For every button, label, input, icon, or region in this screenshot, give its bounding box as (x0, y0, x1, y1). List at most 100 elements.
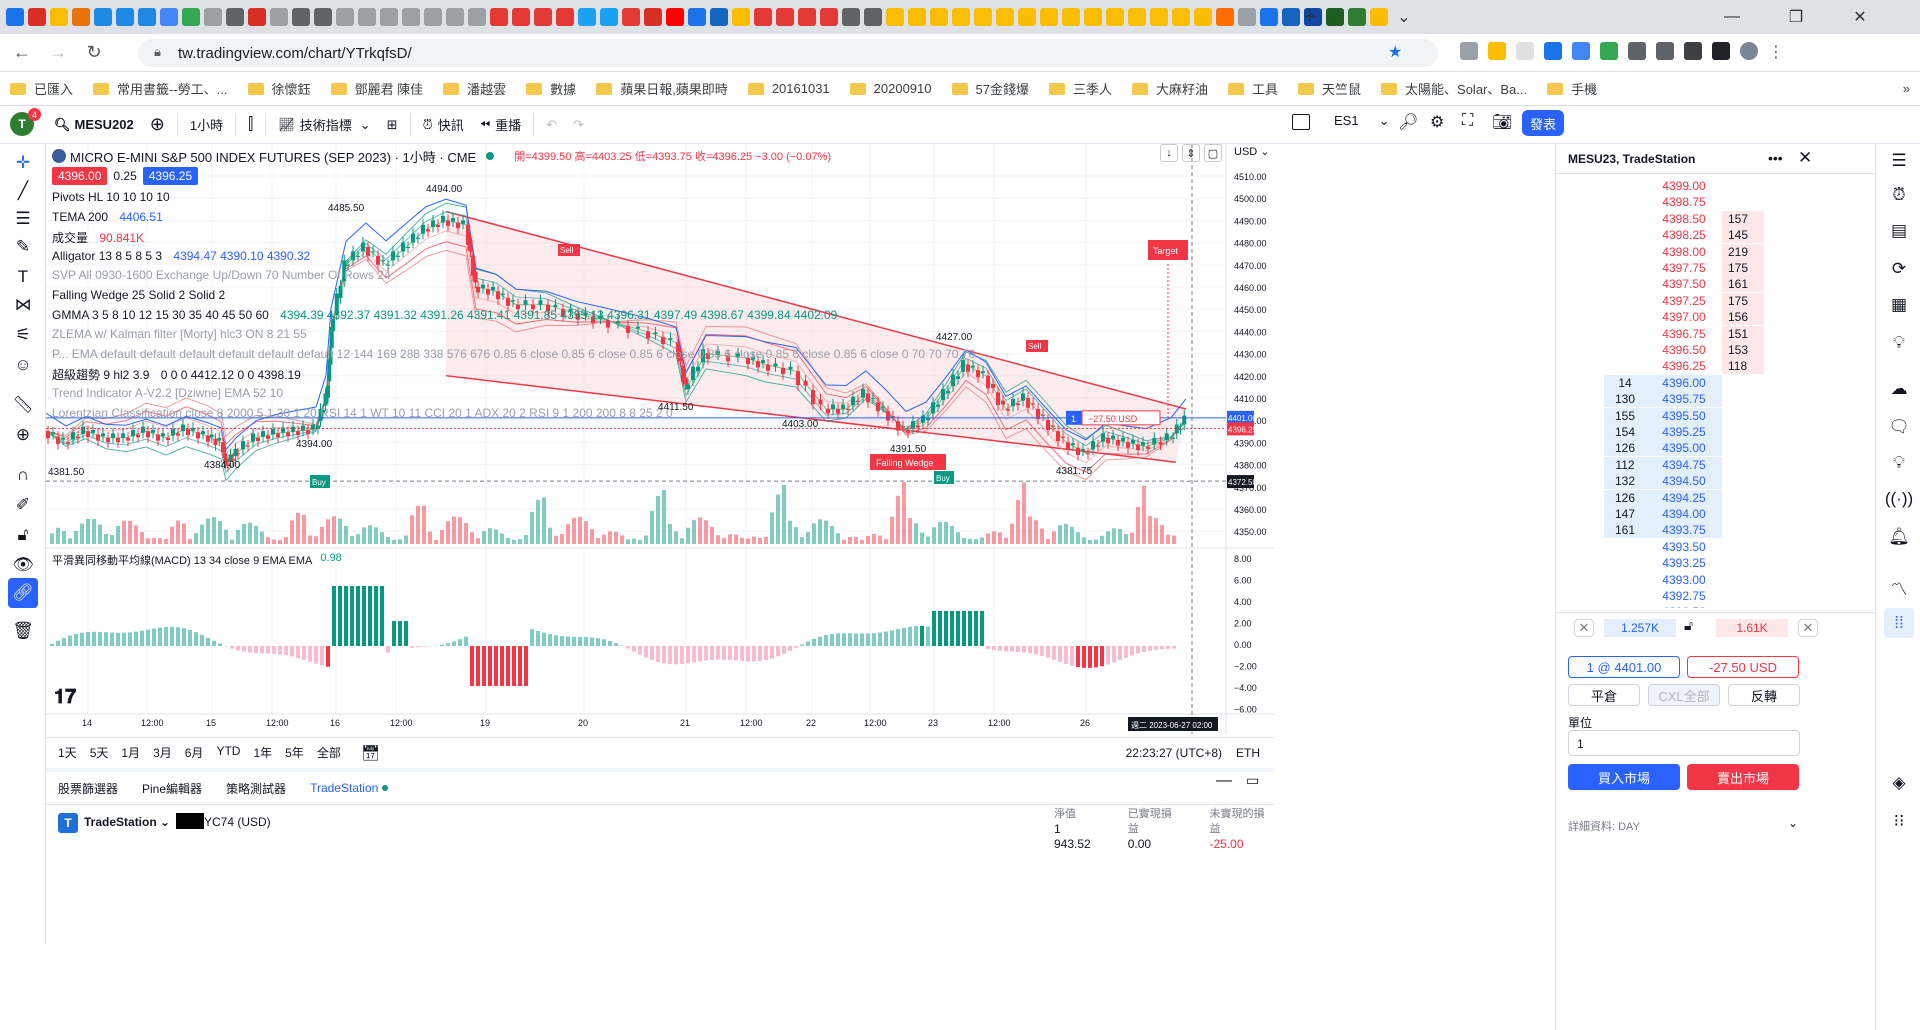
chart-title[interactable]: MICRO E-MINI S&P 500 INDEX FUTURES (SEP … (70, 147, 476, 166)
bookmark-folder[interactable]: 工具 (1218, 75, 1288, 103)
tab-favicon[interactable] (820, 8, 838, 26)
cancel-bids-button[interactable]: ✕ (1574, 619, 1594, 637)
undo-icon[interactable]: ↶ (538, 110, 565, 140)
pattern-icon[interactable]: ⋈ (8, 290, 38, 320)
tab-favicon[interactable] (1040, 8, 1058, 26)
dom-ask-size[interactable] (1722, 539, 1764, 555)
dom-bid-size[interactable] (1604, 293, 1646, 309)
dom-bid-size[interactable]: 161 (1604, 522, 1646, 539)
position-pnl-button[interactable]: -27.50 USD (1687, 656, 1799, 678)
dom-ask-size[interactable]: 157 (1722, 210, 1764, 227)
tab-favicon[interactable] (6, 8, 24, 26)
scroll-down-icon[interactable]: ↓ (1160, 144, 1178, 162)
legend-row[interactable]: Alligator 13 8 5 8 5 3 4394.47 4390.10 4… (52, 249, 310, 263)
watchlist-icon[interactable]: ☰ (1884, 146, 1914, 176)
lock-icon[interactable]: 🔓︎ (8, 520, 38, 550)
extension-icon[interactable] (1628, 42, 1646, 60)
data-window-icon[interactable]: ▤ (1884, 216, 1914, 246)
dom-bid-size[interactable] (1604, 555, 1646, 571)
dom-row[interactable]: 4398.25 145 (1556, 227, 1876, 244)
dom-bid-size[interactable] (1604, 227, 1646, 243)
tab-favicon[interactable] (1348, 8, 1366, 26)
close-icon[interactable]: ✕ (1798, 148, 1812, 168)
dom-row[interactable]: 4392.75 (1556, 588, 1876, 604)
tab-favicon[interactable] (94, 8, 112, 26)
notifications-icon[interactable]: 🔔︎ (1884, 522, 1914, 552)
bookmark-folder[interactable]: 鄧麗君 陳佳 (321, 75, 434, 103)
currency-selector[interactable]: USD ⌄ (1234, 145, 1270, 158)
broker-selector[interactable]: TradeStation ⌄ (84, 815, 170, 829)
dom-bid-size[interactable] (1604, 572, 1646, 588)
dom-ask-size[interactable] (1722, 194, 1764, 210)
dom-bid-size[interactable]: 155 (1604, 407, 1646, 424)
tab-favicon[interactable] (512, 8, 530, 26)
dom-ask-size[interactable]: 161 (1722, 276, 1764, 293)
dom-ask-size[interactable] (1722, 572, 1764, 588)
dom-row[interactable]: 4392.50 (1556, 604, 1876, 608)
flatten-button[interactable]: 平倉 (1568, 684, 1640, 706)
tab-search-icon[interactable]: ⌄ (1376, 0, 1432, 34)
quantity-input[interactable]: 1 (1568, 730, 1800, 756)
layout-name-button[interactable]: ES1 ⌄ (1334, 113, 1389, 129)
dom-ask-size[interactable] (1722, 408, 1764, 424)
sell-price-button[interactable]: 4396.00 (52, 167, 108, 185)
extension-icon[interactable] (1572, 42, 1590, 60)
broadcast-icon[interactable]: ((·)) (1884, 484, 1914, 514)
redo-icon[interactable]: ↷ (565, 110, 592, 140)
gear-icon[interactable]: ⚙ (1430, 112, 1444, 132)
dom-row[interactable]: 112 4394.75 (1556, 456, 1876, 473)
calendar-icon[interactable]: ▦ (1884, 290, 1914, 320)
forecast-icon[interactable]: ⚟ (8, 320, 38, 350)
tab-favicon[interactable] (402, 8, 420, 26)
dom-bid-size[interactable]: 132 (1604, 473, 1646, 490)
dom-row[interactable]: 154 4395.25 (1556, 424, 1876, 440)
alert-button[interactable]: ⏰︎ 快訊 (415, 110, 472, 140)
collapse-icon[interactable]: ⇕ (1182, 144, 1200, 162)
dom-row[interactable]: 4393.00 (1556, 572, 1876, 588)
cancel-asks-button[interactable]: ✕ (1798, 619, 1818, 637)
buy-market-button[interactable]: 買入市場 (1568, 764, 1680, 790)
tab-favicon[interactable] (1216, 8, 1234, 26)
eye-icon[interactable]: 👁︎ (8, 550, 38, 580)
tab-favicon[interactable] (1260, 8, 1278, 26)
bar-style-button[interactable]: ⫿ (240, 110, 261, 140)
tab-favicon[interactable] (270, 8, 288, 26)
tab-favicon[interactable] (380, 8, 398, 26)
indicators-button[interactable]: 📈︎ 技術指標 ⌄ (270, 110, 378, 140)
horizontal-lines-icon[interactable]: ☰ (8, 204, 38, 234)
dom-row[interactable]: 161 4393.75 (1556, 522, 1876, 539)
dom-bid-size[interactable] (1604, 539, 1646, 555)
range-button[interactable]: 1年 (253, 744, 272, 761)
trading-panel-icon[interactable]: 〽 (1884, 572, 1914, 602)
extension-icon[interactable] (1460, 42, 1478, 60)
puzzle-icon[interactable] (1656, 42, 1674, 60)
legend-row[interactable]: P... EMA default default default default… (52, 347, 975, 361)
extension-icon[interactable] (1544, 42, 1562, 60)
bookmark-folder[interactable]: 20161031 (738, 75, 840, 103)
dom-ask-size[interactable] (1722, 555, 1764, 571)
dom-ask-size[interactable] (1722, 440, 1764, 456)
range-button[interactable]: 5天 (90, 744, 109, 761)
tab-favicon[interactable] (534, 8, 552, 26)
chrome-menu-icon[interactable]: ⋮ (1768, 42, 1784, 62)
tab-favicon[interactable] (1128, 8, 1146, 26)
dom-ask-size[interactable] (1722, 588, 1764, 604)
dom-row[interactable]: 4397.75 175 (1556, 260, 1876, 276)
dom-ask-size[interactable] (1722, 424, 1764, 440)
dom-row[interactable]: 130 4395.75 (1556, 391, 1876, 408)
dom-row[interactable]: 4396.50 153 (1556, 342, 1876, 358)
help-icon[interactable]: ⁝⁝ (1884, 806, 1914, 836)
dom-row[interactable]: 4393.50 (1556, 539, 1876, 555)
tab-favicon[interactable] (578, 8, 596, 26)
bottom-tab[interactable]: Pine編輯器 (130, 780, 214, 797)
maximize-pane-icon[interactable]: ▢ (1204, 144, 1222, 162)
dom-bid-size[interactable]: 14 (1604, 374, 1646, 391)
legend-row[interactable]: 成交量 90.841K (52, 229, 144, 246)
dom-ask-size[interactable] (1722, 522, 1764, 538)
dom-row[interactable]: 4398.50 157 (1556, 210, 1876, 227)
brush-icon[interactable]: ✎ (8, 232, 38, 262)
dom-row[interactable]: 4397.25 175 (1556, 292, 1876, 309)
tab-favicon[interactable] (886, 8, 904, 26)
tab-favicon[interactable] (776, 8, 794, 26)
ideas-icon[interactable]: 💡︎ (1884, 328, 1914, 358)
